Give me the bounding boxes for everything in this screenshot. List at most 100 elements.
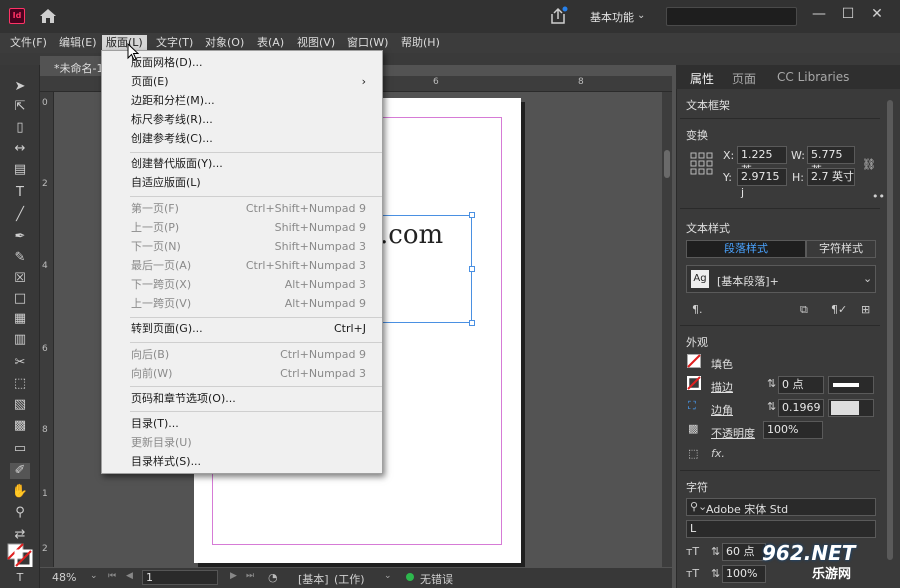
rectangle-frame-tool-icon[interactable]: ☒ [10,271,30,287]
menu-item-ruler-guides[interactable]: 标尺参考线(R)... [102,110,382,129]
reference-point-icon[interactable] [690,152,714,176]
preflight-status[interactable]: 无错误 [420,571,453,587]
content-collector-icon[interactable]: ▤ [10,162,30,178]
menu-item-margins-columns[interactable]: 边距和分栏(M)... [102,91,382,110]
menu-window[interactable]: 窗口(W) [343,35,392,51]
pen-tool-icon[interactable]: ✒ [10,229,30,245]
maximize-button[interactable]: ☐ [836,4,860,24]
eyedropper-tool-icon[interactable]: ✐ [10,463,30,479]
chevron-down-icon[interactable]: ⌄ [637,10,645,21]
opacity-label[interactable]: 不透明度 [711,425,755,441]
minimize-button[interactable]: — [807,4,831,24]
stepper-icon[interactable]: ⇅ [711,567,720,580]
constrain-link-icon[interactable]: ⛓ [862,158,876,171]
menu-item-toc-styles[interactable]: 目录样式(S)... [102,452,382,471]
stepper-icon[interactable]: ⇅ [767,377,776,390]
menu-layout[interactable]: 版面(L) [102,35,147,51]
menu-item-go-back[interactable]: 向后(B) Ctrl+Numpad 9 [102,345,382,364]
tab-character-styles[interactable]: 字符样式 [806,240,876,258]
corner-shape-dropdown[interactable] [828,399,874,417]
effects-fx-icon[interactable]: fx. [711,447,725,460]
scale-field[interactable]: 100% [722,565,766,583]
scissors-tool-icon[interactable]: ✂ [10,355,30,371]
page-number-field[interactable]: 1 [142,570,218,585]
fill-none-icon[interactable] [687,354,701,368]
gradient-feather-tool-icon[interactable]: ▩ [10,418,30,434]
stroke-type-dropdown[interactable] [828,376,874,394]
direct-selection-tool-icon[interactable]: ⇱ [10,99,30,115]
corner-label[interactable]: 边角 [711,402,733,418]
w-field[interactable]: 5.775 英 [807,146,855,177]
menu-item-previous-page[interactable]: 上一页(P) Shift+Numpad 9 [102,218,382,237]
selection-tool-icon[interactable]: ➤ [10,79,30,95]
y-field[interactable]: 2.9715 j [737,168,787,199]
first-page-icon[interactable]: ⏮ [108,571,116,581]
tab-paragraph-styles[interactable]: 段落样式 [686,240,806,258]
frame-handle[interactable] [469,212,475,218]
h-field[interactable]: 2.7 英寸 [807,168,855,186]
close-button[interactable]: ✕ [865,4,889,24]
tab-cc-libraries[interactable]: CC Libraries [777,70,849,84]
font-style-dropdown[interactable]: L [686,520,876,538]
share-icon[interactable] [548,6,568,26]
next-page-icon[interactable]: ▶ [230,571,237,581]
paragraph-style-dropdown[interactable] [686,265,876,293]
menu-item-layout-grid[interactable]: 版面网格(D)... [102,53,382,72]
menu-item-liquid-layout[interactable]: 自适应版面(L) [102,173,382,192]
horizontal-grid-tool-icon[interactable]: ▦ [10,311,30,327]
chevron-down-icon[interactable]: ⌄ [90,571,98,581]
create-style-icon[interactable]: ⧉ [800,303,808,317]
gradient-tool-icon[interactable]: ▧ [10,397,30,413]
zoom-level[interactable]: 48% [52,571,76,584]
menu-item-last-page[interactable]: 最后一页(A) Ctrl+Shift+Numpad 3 [102,256,382,275]
menu-item-pages[interactable]: 页面(E) › [102,72,382,91]
stepper-icon[interactable]: ⇅ [767,400,776,413]
menu-item-numbering-section[interactable]: 页码和章节选项(O)... [102,389,382,408]
menu-view[interactable]: 视图(V) [293,35,339,51]
default-colors-icon[interactable]: ⇄ [10,527,30,543]
add-style-icon[interactable]: ⊞ [861,303,870,316]
stroke-icon[interactable] [687,376,701,390]
frame-handle[interactable] [469,266,475,272]
rectangle-tool-icon[interactable]: □ [10,291,30,307]
menu-item-toc[interactable]: 目录(T)... [102,414,382,433]
menu-item-next-spread[interactable]: 下一跨页(X) Alt+Numpad 3 [102,275,382,294]
menu-item-go-forward[interactable]: 向前(W) Ctrl+Numpad 3 [102,364,382,383]
menu-item-alternate-layout[interactable]: 创建替代版面(Y)... [102,154,382,173]
pencil-tool-icon[interactable]: ✎ [10,250,30,266]
tab-pages[interactable]: 页面 [732,70,756,87]
menu-item-create-guides[interactable]: 创建参考线(C)... [102,129,382,148]
apply-color-icon[interactable]: T [10,570,30,586]
chevron-down-icon[interactable]: ⌄ [863,272,872,285]
workspace-selector[interactable]: 基本功能 [590,9,634,25]
pilcrow-icon[interactable]: ¶. [692,303,703,316]
panel-scrollbar-thumb[interactable] [887,100,893,560]
zoom-tool-icon[interactable]: ⚲ [10,505,30,521]
menu-type[interactable]: 文字(T) [152,35,197,51]
menu-object[interactable]: 对象(O) [201,35,248,51]
live-preview-icon[interactable]: ◔ [268,571,278,584]
x-field[interactable]: 1.225 英 [737,146,787,177]
corner-options-icon[interactable]: ⛶ [688,399,696,413]
menu-edit[interactable]: 编辑(E) [55,35,101,51]
fill-stroke-swatch-icon[interactable] [7,543,33,567]
text-frame[interactable] [377,212,475,326]
opacity-field[interactable]: 100% [763,421,823,439]
frame-handle[interactable] [469,320,475,326]
prev-page-icon[interactable]: ◀ [126,571,133,581]
search-input[interactable] [666,7,797,26]
tab-properties[interactable]: 属性 [690,70,714,87]
note-tool-icon[interactable]: ▭ [10,441,30,457]
corner-size-field[interactable]: 0.1969 [778,399,824,417]
menu-item-next-page[interactable]: 下一页(N) Shift+Numpad 3 [102,237,382,256]
last-page-icon[interactable]: ⏭ [246,571,254,581]
chevron-down-icon[interactable]: ⌄ [384,571,392,581]
home-icon[interactable] [39,8,57,24]
free-transform-tool-icon[interactable]: ⬚ [10,376,30,392]
menu-table[interactable]: 表(A) [253,35,288,51]
stroke-label[interactable]: 描边 [711,379,733,395]
scrollbar-thumb[interactable] [664,150,670,178]
clear-overrides-icon[interactable]: ¶✓ [831,303,847,316]
menu-item-previous-spread[interactable]: 上一跨页(V) Alt+Numpad 9 [102,294,382,313]
menu-item-update-toc[interactable]: 更新目录(U) [102,433,382,452]
